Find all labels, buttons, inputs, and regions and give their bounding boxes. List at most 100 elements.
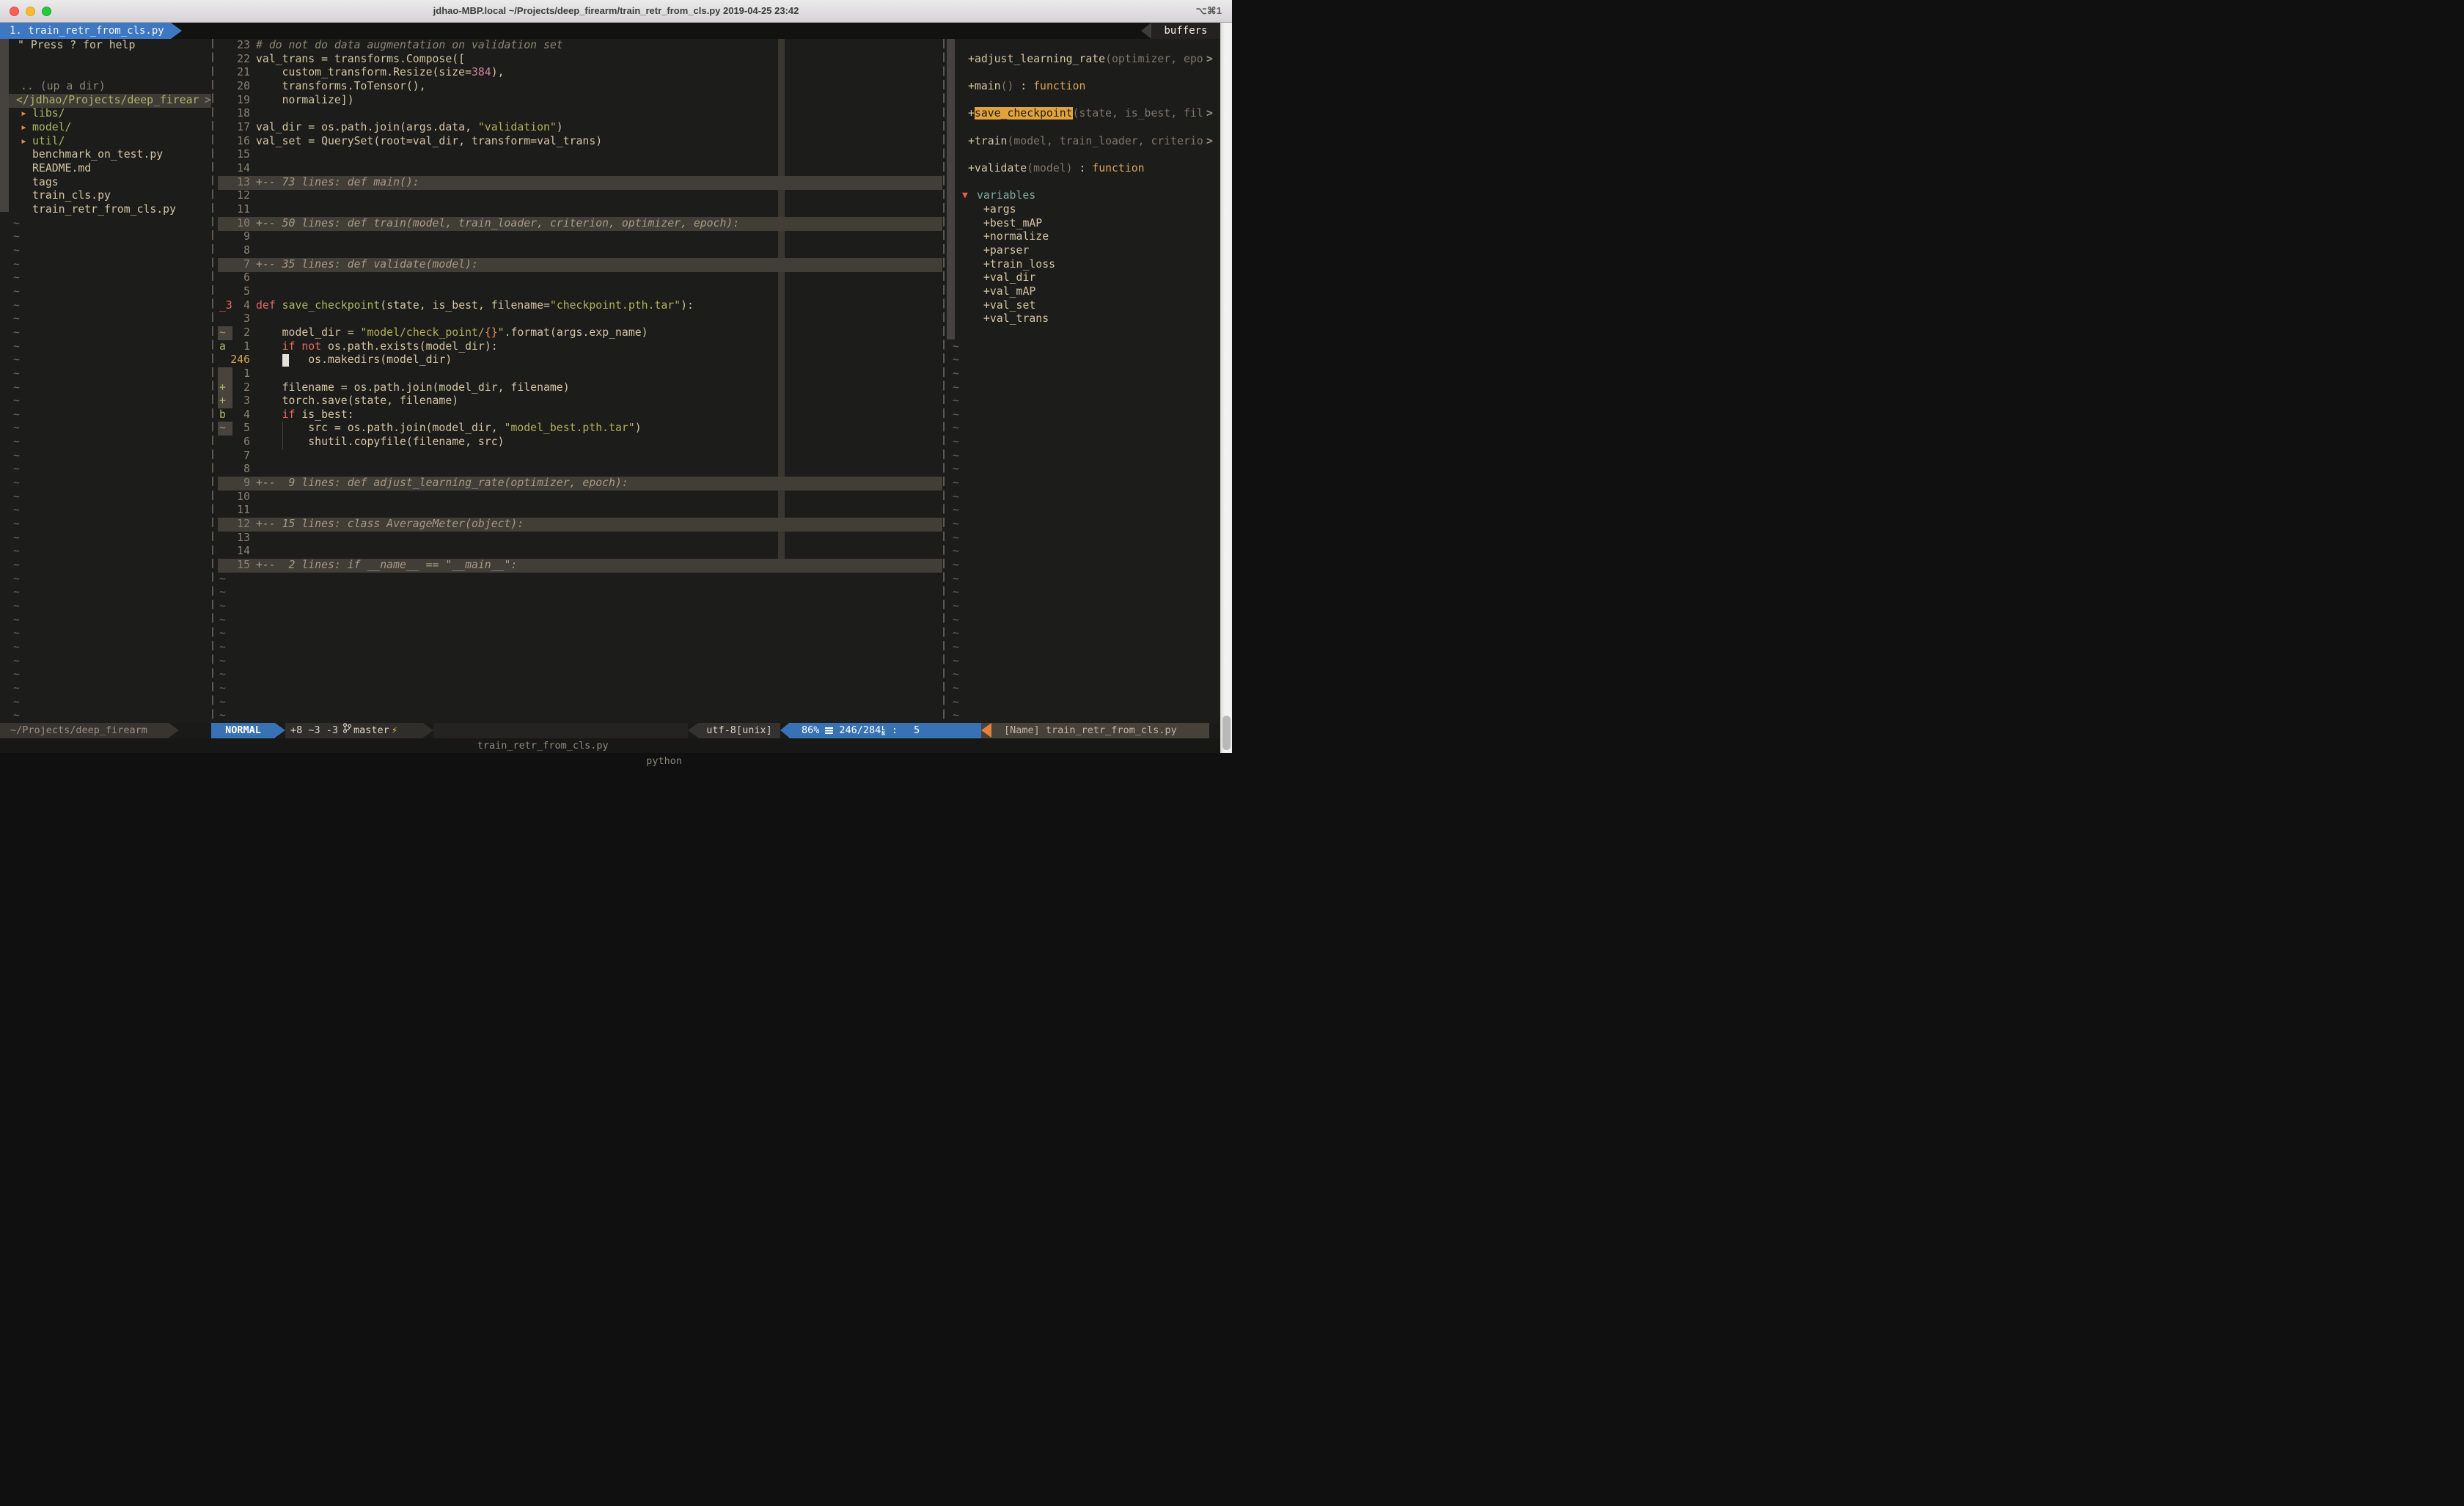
tag-item-train_loss[interactable]: +train_loss (983, 258, 1055, 272)
filetype-label: python (646, 754, 682, 769)
tag-expand-icon[interactable]: + (968, 162, 975, 175)
empty-line-tilde: ~ (953, 408, 959, 422)
tag-item-normalize[interactable]: +normalize (983, 230, 1049, 244)
powerline-arrow-icon (780, 723, 789, 738)
code-line[interactable]: val_set = QuerySet(root=val_dir, transfo… (256, 135, 602, 149)
line-number: 12 (219, 189, 250, 203)
empty-line-tilde: ~ (953, 600, 959, 614)
tag-expand-icon[interactable]: + (983, 244, 990, 257)
empty-line-tilde: ~ (13, 518, 20, 532)
code-line[interactable]: # do not do data augmentation on validat… (256, 39, 563, 53)
fold-open-icon[interactable]: ▼ (962, 189, 968, 203)
nerdtree-scrollbar[interactable] (0, 39, 9, 212)
line-number: 4 (219, 408, 250, 422)
tag-expand-icon[interactable]: + (968, 53, 975, 65)
tag-expand-icon[interactable]: + (983, 230, 990, 243)
tag-expand-icon[interactable]: + (983, 258, 990, 271)
code-line[interactable]: if not os.path.exists(model_dir): (256, 340, 498, 354)
window-shortcut-badge: ⌥⌘1 (1196, 5, 1222, 17)
tag-item-parser[interactable]: +parser (983, 244, 1029, 258)
window-separator-right[interactable] (943, 39, 945, 723)
empty-line-tilde: ~ (953, 532, 959, 546)
truncation-arrow-icon: > (1206, 107, 1213, 121)
tag-name: train (975, 135, 1008, 147)
empty-line-tilde: ~ (13, 271, 20, 285)
fold-line-text: +-- 35 lines: def validate(model): (256, 258, 478, 272)
tag-expand-icon[interactable]: + (983, 299, 990, 312)
code-segment: torch.save(state, filename) (256, 394, 458, 407)
tag-kind: function (1092, 162, 1144, 175)
code-line[interactable]: val_dir = os.path.join(args.data, "valid… (256, 121, 563, 135)
line-number: 12 (219, 518, 250, 532)
tag-item-val_set[interactable]: +val_set (983, 299, 1035, 313)
tag-item-main[interactable]: +main() : function (968, 80, 1085, 94)
code-line[interactable]: transforms.ToTensor(), (256, 80, 426, 94)
code-segment (276, 299, 282, 312)
empty-line-tilde: ~ (13, 477, 20, 491)
tagbar-scrollbar[interactable] (947, 39, 955, 339)
tag-item-best_mAP[interactable]: +best_mAP (983, 217, 1042, 231)
empty-line-tilde: ~ (953, 586, 959, 600)
line-number: 17 (219, 121, 250, 135)
line-number: 2 (219, 381, 250, 395)
window-separator-left[interactable] (212, 39, 213, 723)
tag-expand-icon[interactable]: + (968, 80, 975, 92)
code-line[interactable]: shutil.copyfile(filename, src) (256, 436, 505, 449)
code-segment: val_trans = transforms.Compose([ (256, 53, 465, 65)
git-branch-icon (343, 723, 351, 738)
code-line[interactable]: custom_transform.Resize(size=384), (256, 66, 505, 80)
tag-item-val_mAP[interactable]: +val_mAP (983, 285, 1035, 299)
tagbar-section-variables[interactable]: variables (977, 189, 1035, 203)
tag-item-val_dir[interactable]: +val_dir (983, 271, 1035, 285)
tag-item-args[interactable]: +args (983, 203, 1016, 217)
mode-indicator: NORMAL (211, 723, 275, 738)
code-line[interactable]: src = os.path.join(model_dir, "model_bes… (256, 422, 642, 436)
empty-line-tilde: ~ (953, 559, 959, 573)
tag-expand-icon[interactable]: + (983, 285, 990, 298)
code-line[interactable]: os.makedirs(model_dir) (256, 353, 452, 367)
tag-expand-icon[interactable]: + (968, 135, 975, 147)
tag-item-train[interactable]: +train(model, train_loader, criterio (968, 135, 1203, 149)
tag-item-save_checkpoint[interactable]: +save_checkpoint(state, is_best, fil (968, 107, 1203, 121)
line-number: 3 (219, 312, 250, 326)
code-segment: def (256, 299, 276, 312)
powerline-arrow-icon (169, 723, 179, 738)
code-line[interactable]: val_trans = transforms.Compose([ (256, 53, 465, 67)
branch-name: master (353, 723, 389, 738)
code-line[interactable]: torch.save(state, filename) (256, 394, 458, 408)
nerdtree-root-path[interactable]: </jdhao/Projects/deep_firear (16, 94, 199, 108)
macos-scrollbar-track[interactable] (1220, 23, 1232, 753)
code-line[interactable]: filename = os.path.join(model_dir, filen… (256, 381, 570, 395)
empty-line-tilde: ~ (13, 709, 20, 723)
code-segment: is_best: (295, 408, 353, 421)
empty-line-tilde: ~ (953, 491, 959, 504)
fold-line-text: +-- 9 lines: def adjust_learning_rate(op… (256, 477, 628, 491)
tag-item-validate[interactable]: +validate(model) : function (968, 162, 1145, 176)
code-line[interactable]: normalize]) (256, 94, 354, 108)
fold-line-text: +-- 15 lines: class AverageMeter(object)… (256, 518, 524, 532)
tag-expand-icon[interactable]: + (983, 312, 990, 325)
code-segment: 384 (472, 66, 491, 78)
fold-line-text: +-- 50 lines: def train(model, train_loa… (256, 217, 739, 231)
line-number: 5 (219, 285, 250, 299)
macos-scrollbar-thumb[interactable] (1222, 716, 1231, 750)
tag-name: save_checkpoint (975, 107, 1073, 120)
tab-active[interactable]: 1. train_retr_from_cls.py (0, 23, 171, 39)
tag-expand-icon[interactable]: + (968, 107, 975, 120)
tag-item-adjust_learning_rate[interactable]: +adjust_learning_rate(optimizer, epo (968, 53, 1203, 67)
tag-item-val_trans[interactable]: +val_trans (983, 312, 1049, 326)
powerline-arrow-icon (275, 723, 285, 738)
code-line[interactable]: def save_checkpoint(state, is_best, file… (256, 299, 694, 313)
code-segment: save_checkpoint (282, 299, 381, 312)
empty-line-tilde: ~ (13, 627, 20, 641)
code-segment (256, 408, 282, 421)
nerdtree-up-dir[interactable]: .. (up a dir) (21, 80, 106, 94)
tag-name: validate (975, 162, 1027, 175)
tag-expand-icon[interactable]: + (983, 203, 990, 216)
code-line[interactable]: if is_best: (256, 408, 354, 422)
hunks-summary: +8 ~3 -3 (290, 723, 338, 738)
code-segment: {} (485, 326, 498, 339)
tag-expand-icon[interactable]: + (983, 271, 990, 284)
tag-expand-icon[interactable]: + (983, 217, 990, 229)
code-line[interactable]: model_dir = "model/check_point/{}".forma… (256, 326, 648, 340)
